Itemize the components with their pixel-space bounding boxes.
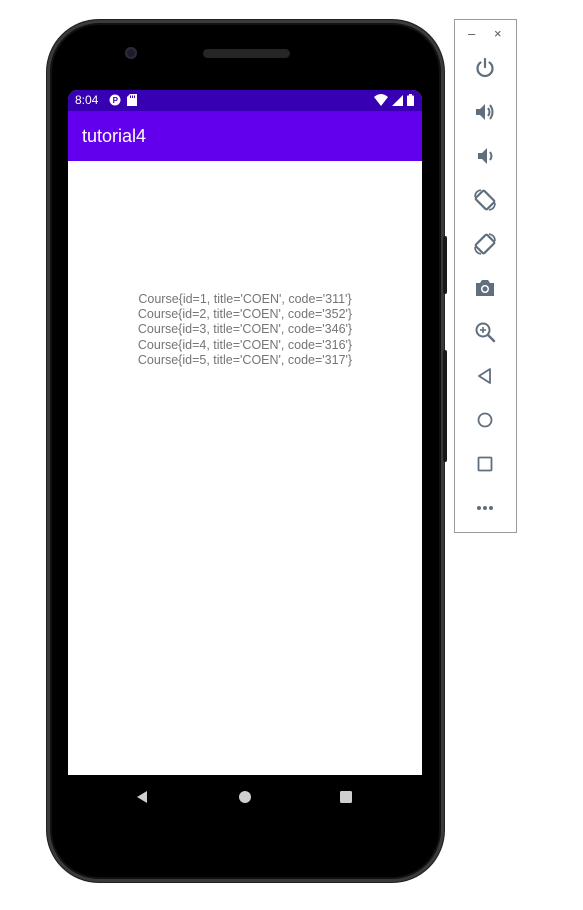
power-side-button[interactable] <box>443 350 447 462</box>
close-button[interactable]: × <box>494 26 502 41</box>
app-title: tutorial4 <box>82 126 147 146</box>
overview-icon[interactable] <box>470 449 500 479</box>
status-bar: 8:04 P <box>68 90 422 111</box>
back-icon[interactable] <box>132 787 152 807</box>
zoom-icon[interactable] <box>470 317 500 347</box>
signal-icon <box>392 94 403 109</box>
list-item: Course{id=2, title='COEN', code='352'} <box>137 307 353 322</box>
back-icon[interactable] <box>470 361 500 391</box>
recents-icon[interactable] <box>336 787 356 807</box>
home-icon[interactable] <box>235 787 255 807</box>
app-bar: tutorial4 <box>68 111 422 161</box>
emulator-toolbar: – × <box>454 19 517 533</box>
volume-down-icon[interactable] <box>470 141 500 171</box>
rotate-left-icon[interactable] <box>470 185 500 215</box>
toolbar-window-controls: – × <box>455 26 516 42</box>
sd-card-icon <box>127 94 137 109</box>
home-icon[interactable] <box>470 405 500 435</box>
battery-icon <box>407 94 414 109</box>
list-item: Course{id=3, title='COEN', code='346'} <box>137 322 353 337</box>
minimize-button[interactable]: – <box>468 26 475 41</box>
svg-text:P: P <box>113 96 119 105</box>
front-camera <box>125 47 137 59</box>
phone-screen: 8:04 P tutorial4 Course{id=1, title='COE… <box>68 90 422 775</box>
list-item: Course{id=5, title='COEN', code='317'} <box>137 352 353 367</box>
power-icon[interactable] <box>470 53 500 83</box>
wifi-icon <box>374 94 388 109</box>
list-item: Course{id=1, title='COEN', code='311'} <box>138 292 352 306</box>
status-time: 8:04 <box>75 93 99 107</box>
list-item: Course{id=4, title='COEN', code='316'} <box>137 337 353 352</box>
earpiece-speaker <box>203 49 290 58</box>
volume-up-icon[interactable] <box>470 97 500 127</box>
more-icon[interactable] <box>470 493 500 523</box>
main-content: Course{id=1, title='COEN', code='311'} C… <box>68 161 422 775</box>
rotate-right-icon[interactable] <box>470 229 500 259</box>
course-list: Course{id=1, title='COEN', code='311'} C… <box>68 292 422 368</box>
p-icon: P <box>109 94 121 109</box>
volume-side-button[interactable] <box>443 236 447 294</box>
navigation-bar <box>68 775 422 819</box>
camera-icon[interactable] <box>470 273 500 303</box>
